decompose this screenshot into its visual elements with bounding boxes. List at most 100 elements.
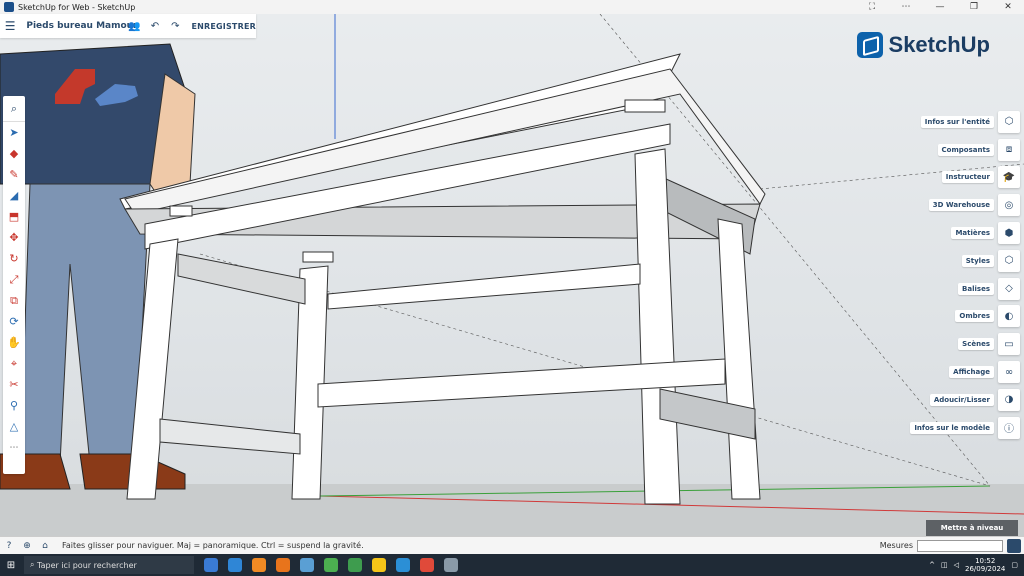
sketchup-taskbar-icon[interactable] [204, 558, 218, 572]
rotate-tool-icon[interactable]: ↻ [3, 248, 25, 269]
notification-icon[interactable]: ▢ [1011, 561, 1018, 569]
close-button[interactable]: ✕ [998, 2, 1018, 12]
app-taskbar-icon[interactable] [324, 558, 338, 572]
cube-icon[interactable] [1007, 538, 1021, 553]
more-options-icon[interactable]: ⋯ [896, 2, 916, 12]
globe-icon[interactable]: ⊕ [18, 541, 36, 551]
left-toolbar: ⌕ ➤ ◆ ✎ ◢ ⬒ ✥ ↻ ⤢ ⧉ ⟳ ✋ ⌖ ✂ ⚲ △ ⋯ [3, 96, 25, 474]
hamburger-menu-icon[interactable]: ☰ [0, 19, 20, 33]
components-icon[interactable]: ⧈ [998, 138, 1020, 161]
panel-label[interactable]: 3D Warehouse [928, 199, 994, 212]
orbit-tool-icon[interactable]: ⟳ [3, 311, 25, 332]
vlc-taskbar-icon[interactable] [276, 558, 290, 572]
warehouse-icon[interactable]: ◎ [998, 194, 1020, 217]
scene-drawing [0, 14, 1024, 536]
panel-item-components[interactable]: Composants ⧈ [910, 136, 1020, 164]
right-panel: Infos sur l'entité ⬡ Composants ⧈ Instru… [910, 108, 1020, 442]
file-header: ☰ Pieds bureau Mamour 👥 ↶ ↷ ENREGISTRER [0, 14, 256, 38]
tags-icon[interactable]: ◇ [998, 277, 1020, 300]
tape-measure-tool-icon[interactable]: ⌖ [3, 353, 25, 374]
sketchup-logo-mark [856, 32, 883, 58]
taskbar-clock[interactable]: 10:52 26/09/2024 [965, 557, 1005, 573]
panel-item-tags[interactable]: Balises ◇ [910, 275, 1020, 303]
panel-item-display[interactable]: Affichage ∞ [910, 358, 1020, 386]
share-users-icon[interactable]: 👥 [124, 21, 144, 32]
more-tools-icon[interactable]: ⋯ [3, 437, 25, 458]
shadows-icon[interactable]: ◐ [998, 305, 1020, 328]
model-info-icon[interactable]: ⓘ [998, 416, 1020, 439]
window-title: SketchUp for Web - SketchUp [18, 2, 136, 12]
measures-label: Mesures [879, 541, 913, 550]
app-taskbar-icon[interactable] [372, 558, 386, 572]
panel-label[interactable]: Ombres [955, 310, 994, 323]
edge-taskbar-icon[interactable] [396, 558, 410, 572]
materials-icon[interactable]: ⬢ [998, 222, 1020, 245]
scenes-icon[interactable]: ▭ [998, 333, 1020, 356]
paint-tool-icon[interactable]: ✋ [3, 332, 25, 353]
panel-item-shadows[interactable]: Ombres ◐ [910, 303, 1020, 331]
panel-label[interactable]: Scènes [958, 338, 994, 351]
section-tool-icon[interactable]: ✂ [3, 374, 25, 395]
minimize-button[interactable]: — [930, 2, 950, 12]
panel-label[interactable]: Composants [937, 143, 994, 156]
redo-icon[interactable]: ↷ [165, 21, 185, 32]
app-taskbar-icon[interactable] [444, 558, 458, 572]
zoom-tool-icon[interactable]: ⚲ [3, 395, 25, 416]
file-name[interactable]: Pieds bureau Mamour [26, 21, 137, 31]
panel-item-soften[interactable]: Adoucir/Lisser ◑ [910, 386, 1020, 414]
undo-icon[interactable]: ↶ [145, 21, 165, 32]
panel-label[interactable]: Affichage [949, 366, 994, 379]
chrome-taskbar-icon[interactable] [420, 558, 434, 572]
panel-label[interactable]: Infos sur le modèle [910, 421, 994, 434]
panel-label[interactable]: Infos sur l'entité [920, 115, 994, 128]
panel-item-scenes[interactable]: Scènes ▭ [910, 330, 1020, 358]
clock-date: 26/09/2024 [965, 565, 1006, 573]
panel-item-model-info[interactable]: Infos sur le modèle ⓘ [910, 414, 1020, 442]
move-tool-icon[interactable]: ✥ [3, 227, 25, 248]
measures-input[interactable] [917, 539, 1003, 552]
pencil-tool-icon[interactable]: ✎ [3, 164, 25, 185]
scale-tool-icon[interactable]: ⤢ [3, 269, 25, 290]
instructor-icon[interactable]: 🎓 [998, 166, 1020, 189]
line-tool-icon[interactable]: ◢ [3, 185, 25, 206]
select-tool-icon[interactable]: ➤ [3, 122, 25, 143]
app-taskbar-icon[interactable] [228, 558, 242, 572]
model-viewport[interactable] [0, 14, 1024, 536]
app-taskbar-icon[interactable] [348, 558, 362, 572]
taskbar-search-box[interactable]: ⌕ Taper ici pour rechercher [24, 556, 194, 574]
panel-label[interactable]: Matières [951, 227, 994, 240]
walk-tool-icon[interactable]: △ [3, 416, 25, 437]
info-entity-icon[interactable]: ⬡ [998, 110, 1020, 133]
save-button[interactable]: ENREGISTRER [191, 22, 256, 31]
maximize-button[interactable]: ❐ [964, 2, 984, 12]
app-taskbar-icon[interactable] [300, 558, 314, 572]
search-tool-icon[interactable]: ⌕ [3, 96, 25, 122]
soften-icon[interactable]: ◑ [998, 388, 1020, 411]
styles-icon[interactable]: ⬡ [998, 249, 1020, 272]
windows-start-icon[interactable]: ⊞ [0, 560, 22, 571]
tray-chevron-icon[interactable]: ^ [929, 561, 935, 569]
display-icon[interactable]: ∞ [998, 361, 1020, 384]
panel-item-materials[interactable]: Matières ⬢ [910, 219, 1020, 247]
push-pull-tool-icon[interactable]: ⬒ [3, 206, 25, 227]
panel-item-styles[interactable]: Styles ⬡ [910, 247, 1020, 275]
upgrade-button[interactable]: Mettre à niveau [926, 520, 1018, 536]
help-icon[interactable]: ? [0, 541, 18, 551]
offset-tool-icon[interactable]: ⧉ [3, 290, 25, 311]
panel-item-instructor[interactable]: Instructeur 🎓 [910, 164, 1020, 192]
mouse-icon[interactable]: ⌂ [36, 541, 54, 551]
panel-label[interactable]: Adoucir/Lisser [929, 393, 994, 406]
extension-icon[interactable]: ⛶ [862, 2, 882, 12]
panel-label[interactable]: Instructeur [941, 171, 994, 184]
status-hint: Faites glisser pour naviguer. Maj = pano… [62, 541, 364, 550]
sketchup-logo: SketchUp [856, 32, 990, 58]
panel-item-entity-info[interactable]: Infos sur l'entité ⬡ [910, 108, 1020, 136]
volume-icon[interactable]: ◁ [954, 561, 959, 569]
windows-taskbar: ⊞ ⌕ Taper ici pour rechercher ^ ◫ ◁ 10:5… [0, 554, 1024, 576]
panel-label[interactable]: Balises [958, 282, 994, 295]
network-icon[interactable]: ◫ [941, 561, 948, 569]
panel-label[interactable]: Styles [961, 254, 994, 267]
app-taskbar-icon[interactable] [252, 558, 266, 572]
eraser-tool-icon[interactable]: ◆ [3, 143, 25, 164]
panel-item-3d-warehouse[interactable]: 3D Warehouse ◎ [910, 191, 1020, 219]
